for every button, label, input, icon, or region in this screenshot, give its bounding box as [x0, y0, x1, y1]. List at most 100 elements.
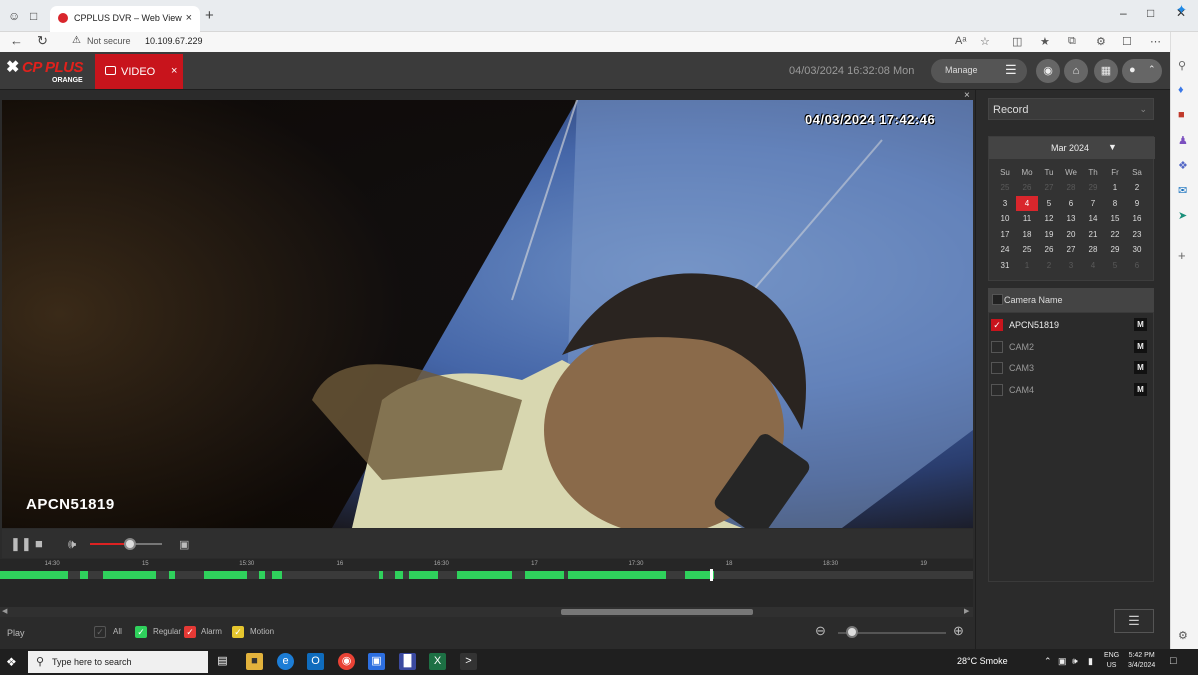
- taskbar-search[interactable]: ⚲ Type here to search: [28, 651, 208, 673]
- video-playback-window[interactable]: 04/03/2024 17:42:46 APCN51819: [2, 100, 973, 528]
- record-type-select[interactable]: Record ⌄: [988, 98, 1154, 120]
- settings-gear-icon[interactable]: ⚙: [1178, 629, 1188, 642]
- calendar-day[interactable]: 23: [1126, 227, 1148, 242]
- grid-layout-icon[interactable]: ▦: [1094, 59, 1118, 83]
- calendar-day[interactable]: 31: [994, 258, 1016, 273]
- calendar-day[interactable]: 27: [1060, 242, 1082, 257]
- windows-start-icon[interactable]: ❖: [6, 655, 17, 669]
- timeline-scrollbar[interactable]: ◀ ▶: [0, 607, 973, 617]
- home-icon[interactable]: ⌂: [1064, 59, 1088, 83]
- read-aloud-icon[interactable]: Aᵃ: [955, 35, 966, 47]
- tab-actions-icon[interactable]: □: [30, 9, 37, 23]
- outlook-app-icon[interactable]: O: [307, 653, 324, 670]
- calendar-day[interactable]: 7: [1082, 196, 1104, 211]
- recording-segment[interactable]: [379, 571, 384, 579]
- recording-segment[interactable]: [79, 571, 88, 579]
- calendar-day[interactable]: 20: [1060, 227, 1082, 242]
- calendar-day[interactable]: 26: [1038, 242, 1060, 257]
- scrollbar-thumb[interactable]: [561, 609, 753, 615]
- recording-segment[interactable]: [395, 571, 403, 579]
- new-tab-button[interactable]: +: [205, 7, 214, 24]
- calendar-day[interactable]: 19: [1038, 227, 1060, 242]
- stream-type-button[interactable]: M: [1134, 383, 1147, 397]
- select-all-cameras-checkbox[interactable]: [992, 294, 1003, 305]
- calendar-day[interactable]: 28: [1082, 242, 1104, 257]
- microsoft365-icon[interactable]: ❖: [1178, 159, 1188, 172]
- calendar-day[interactable]: 16: [1126, 211, 1148, 226]
- favorite-star-icon[interactable]: ☆: [980, 35, 990, 48]
- manage-button[interactable]: Manage ☰: [931, 59, 1027, 83]
- recording-segment[interactable]: [272, 571, 283, 579]
- recording-segment[interactable]: [408, 571, 438, 579]
- camera-checkbox[interactable]: [991, 362, 1003, 375]
- add-sidebar-icon[interactable]: +: [1178, 248, 1186, 263]
- drop-icon[interactable]: ➤: [1178, 209, 1187, 222]
- recording-segment[interactable]: [103, 571, 156, 579]
- collections-icon[interactable]: ⧉: [1068, 35, 1076, 48]
- camera-row[interactable]: ✓ APCN51819 M: [988, 314, 1154, 336]
- scroll-right-icon[interactable]: ▶: [964, 607, 969, 615]
- network-icon[interactable]: ▣: [1058, 656, 1067, 667]
- fullscreen-icon[interactable]: ▣: [179, 538, 189, 551]
- browser-essentials-icon[interactable]: ☐: [1122, 35, 1132, 48]
- terminal-icon[interactable]: >: [460, 653, 477, 670]
- camera-row[interactable]: CAM3 M: [988, 357, 1154, 379]
- video-tab[interactable]: VIDEO ×: [95, 54, 183, 89]
- calendar-day[interactable]: 6: [1060, 196, 1082, 211]
- recording-segment[interactable]: [0, 571, 69, 579]
- recording-segment[interactable]: [204, 571, 248, 579]
- calendar-day[interactable]: 29: [1104, 242, 1126, 257]
- copilot-icon[interactable]: ✦: [1176, 2, 1187, 18]
- maximize-button[interactable]: □: [1147, 6, 1154, 20]
- filter-alarm-checkbox[interactable]: ✓: [184, 626, 196, 638]
- calendar-day[interactable]: 11: [1016, 211, 1038, 226]
- zoom-out-icon[interactable]: ⊖: [815, 623, 826, 639]
- browser-tab[interactable]: CPPLUS DVR – Web View ×: [50, 6, 200, 32]
- zoom-in-icon[interactable]: ⊕: [953, 623, 964, 639]
- volume-slider[interactable]: [90, 538, 162, 550]
- edge-browser-icon[interactable]: e: [277, 653, 294, 670]
- recording-segment[interactable]: [568, 571, 666, 579]
- calendar-day[interactable]: 5: [1038, 196, 1060, 211]
- calendar-day[interactable]: 13: [1060, 211, 1082, 226]
- stream-type-button[interactable]: M: [1134, 318, 1147, 331]
- url-field[interactable]: 10.109.67.229: [145, 36, 203, 46]
- notification-icon[interactable]: □: [1170, 655, 1177, 667]
- profile-icon[interactable]: ☺: [8, 9, 20, 23]
- calendar-day[interactable]: 22: [1104, 227, 1126, 242]
- calendar-day[interactable]: 21: [1082, 227, 1104, 242]
- recording-timeline[interactable]: 14:30 15 15:30 16 16:30 17 17:30 18 18:30 19: [0, 559, 973, 609]
- calendar-day[interactable]: 10: [994, 211, 1016, 226]
- file-explorer-icon[interactable]: ■: [246, 653, 263, 670]
- speaker-icon[interactable]: 🕪: [1072, 656, 1078, 667]
- scroll-left-icon[interactable]: ◀: [2, 607, 7, 615]
- stop-icon[interactable]: ■: [35, 536, 43, 551]
- games-icon[interactable]: ♟: [1178, 134, 1188, 147]
- remote-desktop-icon[interactable]: ▣: [368, 653, 385, 670]
- stream-type-button[interactable]: M: [1134, 339, 1147, 353]
- camera-row[interactable]: CAM4 M: [988, 379, 1154, 401]
- calendar-day[interactable]: 17: [994, 227, 1016, 242]
- filter-regular-checkbox[interactable]: ✓: [135, 626, 147, 638]
- pause-icon[interactable]: ❚❚: [10, 536, 32, 552]
- camera-checkbox[interactable]: [991, 340, 1003, 353]
- calendar-day[interactable]: 30: [1126, 242, 1148, 257]
- camera-row[interactable]: CAM2 M: [988, 336, 1154, 358]
- recording-segment[interactable]: [457, 571, 512, 579]
- extensions-icon[interactable]: ⚙: [1096, 35, 1106, 48]
- playback-cursor[interactable]: [710, 569, 714, 581]
- outlook-icon[interactable]: ✉: [1178, 184, 1187, 197]
- camera-checkbox[interactable]: [991, 384, 1003, 397]
- warning-icon[interactable]: ⚠: [72, 35, 81, 46]
- recording-segment[interactable]: [525, 571, 565, 579]
- user-menu-button[interactable]: ● ⌃: [1122, 59, 1162, 83]
- calendar-day[interactable]: 1: [1104, 180, 1126, 195]
- calendar-day[interactable]: 14: [1082, 211, 1104, 226]
- calendar-day[interactable]: 24: [994, 242, 1016, 257]
- volume-knob[interactable]: [123, 538, 136, 550]
- tools-icon[interactable]: ■: [1178, 109, 1185, 121]
- calendar-day[interactable]: 12: [1038, 211, 1060, 226]
- tray-chevron-up-icon[interactable]: ⌃: [1044, 656, 1052, 667]
- security-label[interactable]: Not secure: [87, 36, 131, 46]
- calendar-day[interactable]: 18: [1016, 227, 1038, 242]
